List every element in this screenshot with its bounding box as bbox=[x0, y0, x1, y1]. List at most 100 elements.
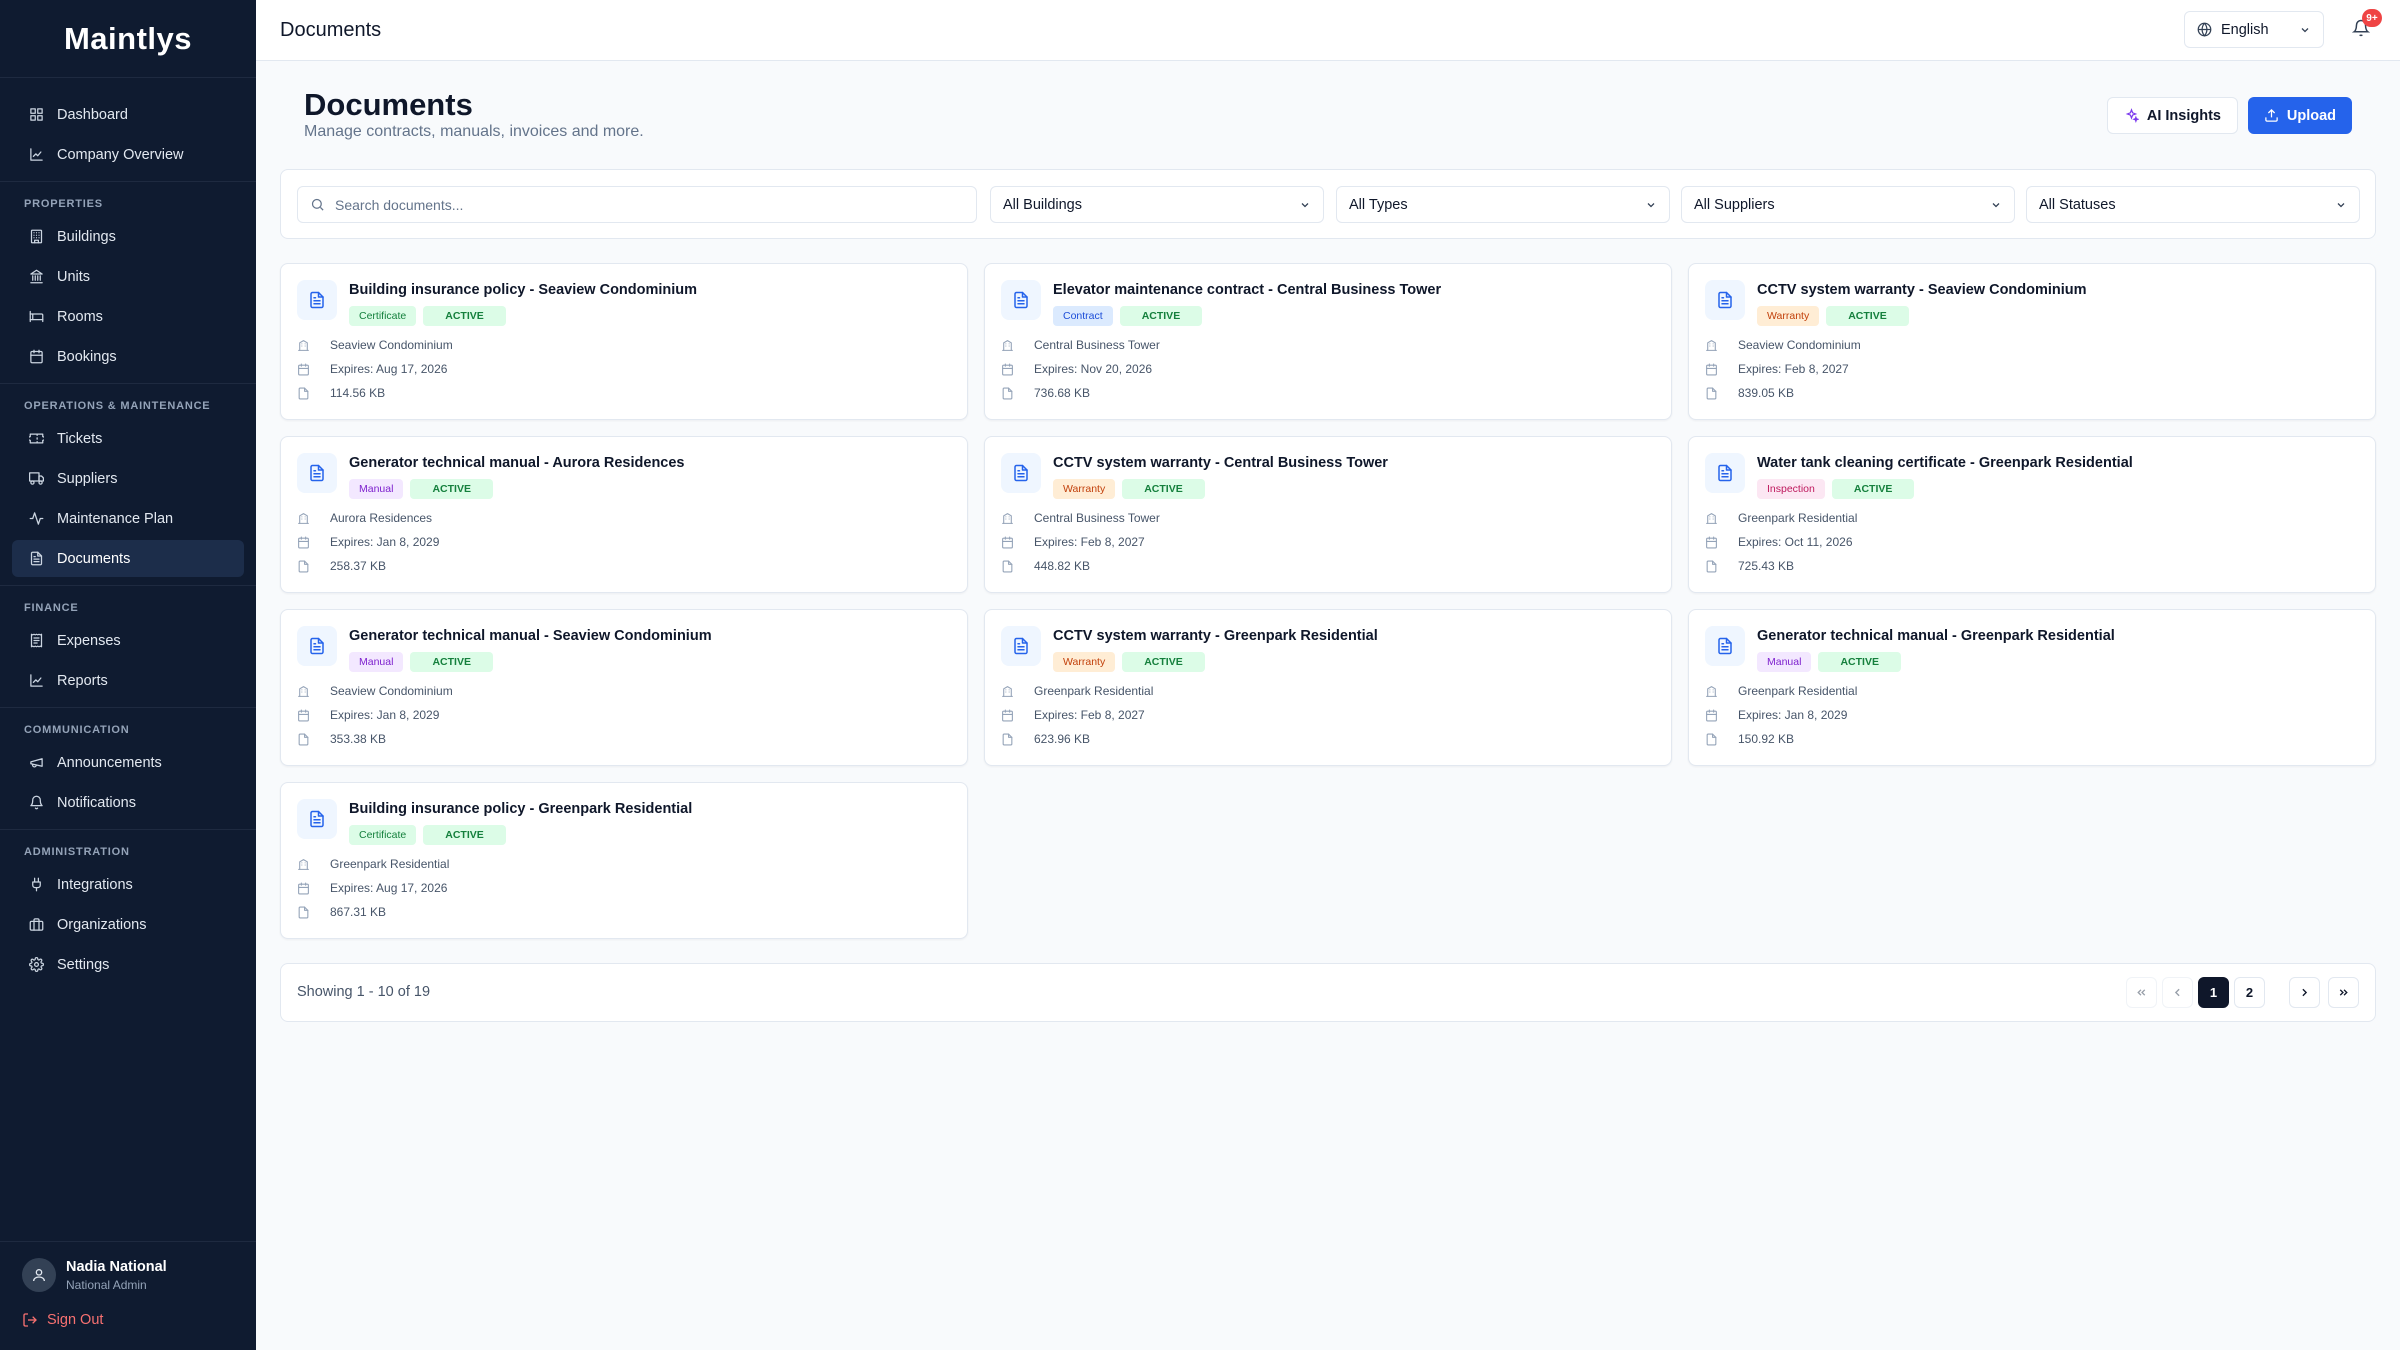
bed-icon bbox=[28, 309, 44, 325]
prev-page-button[interactable] bbox=[2162, 977, 2193, 1008]
document-card[interactable]: CCTV system warranty - Greenpark Residen… bbox=[984, 609, 1672, 766]
document-expiry: Expires: Jan 8, 2029 bbox=[297, 535, 439, 549]
type-badge: Certificate bbox=[349, 825, 417, 845]
sidebar-item-rooms[interactable]: Rooms bbox=[12, 298, 244, 335]
document-title: Building insurance policy - Greenpark Re… bbox=[349, 801, 693, 817]
sidebar-item-bookings[interactable]: Bookings bbox=[12, 338, 244, 375]
sidebar-item-documents[interactable]: Documents bbox=[12, 540, 244, 577]
sidebar-item-units[interactable]: Units bbox=[12, 258, 244, 295]
document-title: Water tank cleaning certificate - Greenp… bbox=[1757, 455, 2133, 471]
document-expiry: Expires: Feb 8, 2027 bbox=[1705, 362, 1849, 376]
document-card[interactable]: CCTV system warranty - Central Business … bbox=[984, 436, 1672, 593]
document-card[interactable]: CCTV system warranty - Seaview Condomini… bbox=[1688, 263, 2376, 420]
suppliers-filter[interactable]: All Suppliers bbox=[1681, 186, 2015, 223]
sidebar-item-announcements[interactable]: Announcements bbox=[12, 744, 244, 781]
document-tags: Manual ACTIVE bbox=[349, 652, 500, 672]
document-card[interactable]: Generator technical manual - Seaview Con… bbox=[280, 609, 968, 766]
landmark-icon bbox=[28, 269, 44, 285]
search-input[interactable] bbox=[335, 196, 964, 213]
file-icon bbox=[297, 560, 320, 573]
types-filter[interactable]: All Types bbox=[1336, 186, 1670, 223]
chevron-down-icon bbox=[2299, 24, 2311, 40]
sidebar-item-suppliers[interactable]: Suppliers bbox=[12, 460, 244, 497]
building-icon bbox=[1705, 512, 1728, 525]
bell-icon bbox=[28, 795, 44, 811]
expiry-date: Expires: Feb 8, 2027 bbox=[1034, 535, 1145, 549]
document-tags: Contract ACTIVE bbox=[1053, 306, 1209, 326]
sidebar-item-integrations[interactable]: Integrations bbox=[12, 866, 244, 903]
user-profile[interactable]: Nadia National National Admin bbox=[22, 1258, 234, 1292]
status-badge: ACTIVE bbox=[423, 825, 506, 845]
calendar-icon bbox=[1705, 709, 1728, 722]
sidebar-item-maintenance-plan[interactable]: Maintenance Plan bbox=[12, 500, 244, 537]
page-header: Documents Manage contracts, manuals, inv… bbox=[280, 61, 2376, 169]
user-block: Nadia National National Admin Sign Out bbox=[0, 1241, 256, 1350]
document-card[interactable]: Elevator maintenance contract - Central … bbox=[984, 263, 1672, 420]
sidebar-item-label: Maintenance Plan bbox=[57, 510, 174, 527]
sidebar-item-reports[interactable]: Reports bbox=[12, 662, 244, 699]
building-icon bbox=[1705, 685, 1728, 698]
document-card[interactable]: Water tank cleaning certificate - Greenp… bbox=[1688, 436, 2376, 593]
expiry-date: Expires: Aug 17, 2026 bbox=[330, 881, 448, 895]
document-building: Seaview Condominium bbox=[1705, 338, 1861, 352]
calendar-icon bbox=[1705, 536, 1728, 549]
document-title: CCTV system warranty - Greenpark Residen… bbox=[1053, 628, 1378, 644]
top-bar: Documents English 9+ bbox=[256, 0, 2400, 61]
statuses-filter-value: All Statuses bbox=[2039, 196, 2116, 213]
sidebar-item-label: Announcements bbox=[57, 754, 162, 771]
document-icon bbox=[1001, 280, 1041, 320]
statuses-filter[interactable]: All Statuses bbox=[2026, 186, 2360, 223]
document-card[interactable]: Generator technical manual - Aurora Resi… bbox=[280, 436, 968, 593]
nav-section-title: OPERATIONS & MAINTENANCE bbox=[24, 400, 211, 412]
search-box[interactable] bbox=[297, 186, 977, 223]
building-name: Seaview Condominium bbox=[1738, 338, 1861, 352]
next-page-button[interactable] bbox=[2289, 977, 2320, 1008]
page-2-button[interactable]: 2 bbox=[2234, 977, 2265, 1008]
sidebar-item-notifications[interactable]: Notifications bbox=[12, 784, 244, 821]
ai-insights-button[interactable]: AI Insights bbox=[2106, 97, 2238, 134]
sidebar-item-expenses[interactable]: Expenses bbox=[12, 622, 244, 659]
language-select[interactable]: English bbox=[2184, 11, 2324, 48]
upload-button[interactable]: Upload bbox=[2247, 97, 2352, 134]
status-badge: ACTIVE bbox=[423, 306, 506, 326]
buildings-filter[interactable]: All Buildings bbox=[990, 186, 1324, 223]
last-page-button[interactable] bbox=[2328, 977, 2359, 1008]
sidebar-item-buildings[interactable]: Buildings bbox=[12, 218, 244, 255]
first-page-button[interactable] bbox=[2126, 977, 2157, 1008]
expiry-date: Expires: Oct 11, 2026 bbox=[1738, 535, 1853, 549]
filter-bar: All Buildings All Types All Suppliers Al… bbox=[280, 169, 2376, 239]
sign-out-button[interactable]: Sign Out bbox=[22, 1312, 234, 1328]
document-card[interactable]: Building insurance policy - Seaview Cond… bbox=[280, 263, 968, 420]
pagination-summary: Showing 1 - 10 of 19 bbox=[297, 984, 431, 1000]
document-size: 725.43 KB bbox=[1705, 559, 1794, 573]
status-badge: ACTIVE bbox=[410, 652, 493, 672]
file-icon bbox=[1001, 387, 1024, 400]
sidebar-item-dashboard[interactable]: Dashboard bbox=[12, 96, 244, 133]
document-card[interactable]: Building insurance policy - Greenpark Re… bbox=[280, 782, 968, 939]
document-icon bbox=[297, 626, 337, 666]
page-title: Documents bbox=[304, 87, 473, 122]
building-name: Central Business Tower bbox=[1034, 511, 1160, 525]
sidebar-item-organizations[interactable]: Organizations bbox=[12, 906, 244, 943]
status-badge: ACTIVE bbox=[1119, 306, 1203, 326]
sidebar-item-label: Company Overview bbox=[57, 146, 184, 163]
document-icon bbox=[1705, 280, 1745, 320]
sidebar-item-tickets[interactable]: Tickets bbox=[12, 420, 244, 457]
page-1-button[interactable]: 1 bbox=[2198, 977, 2229, 1008]
document-card[interactable]: Generator technical manual - Greenpark R… bbox=[1688, 609, 2376, 766]
status-badge: ACTIVE bbox=[1122, 652, 1205, 672]
calendar-icon bbox=[297, 536, 320, 549]
app-logo[interactable]: Maintlys bbox=[0, 0, 256, 78]
user-role: National Admin bbox=[66, 1277, 147, 1292]
file-icon bbox=[297, 387, 320, 400]
sidebar-item-settings[interactable]: Settings bbox=[12, 946, 244, 983]
gear-icon bbox=[28, 957, 44, 973]
nav-section-title: FINANCE bbox=[24, 602, 79, 614]
sidebar-item-company-overview[interactable]: Company Overview bbox=[12, 136, 244, 173]
building-name: Greenpark Residential bbox=[1034, 684, 1154, 698]
user-icon bbox=[33, 1269, 45, 1282]
upload-label: Upload bbox=[2286, 107, 2336, 124]
document-size: 150.92 KB bbox=[1705, 732, 1794, 746]
sidebar: Maintlys Dashboard Company Overview PROPER… bbox=[0, 0, 256, 1350]
notifications-button[interactable]: 9+ bbox=[2351, 9, 2382, 39]
